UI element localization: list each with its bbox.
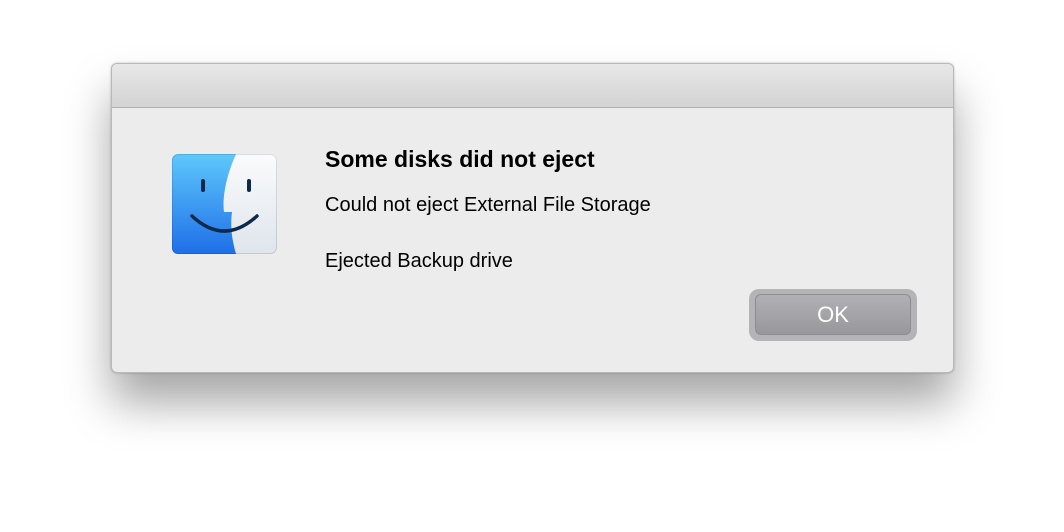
dialog-title: Some disks did not eject — [325, 146, 595, 172]
dialog-message-eject-succeeded: Ejected Backup drive — [325, 250, 513, 272]
ok-button-focus-ring: OK — [749, 289, 917, 341]
screen: Some disks did not eject Could not eject… — [0, 0, 1064, 532]
ok-button[interactable]: OK — [755, 294, 911, 335]
finder-icon — [172, 154, 277, 254]
dialog-titlebar[interactable] — [112, 64, 953, 108]
dialog-message-eject-failed: Could not eject External File Storage — [325, 194, 651, 216]
alert-dialog: Some disks did not eject Could not eject… — [111, 63, 954, 373]
